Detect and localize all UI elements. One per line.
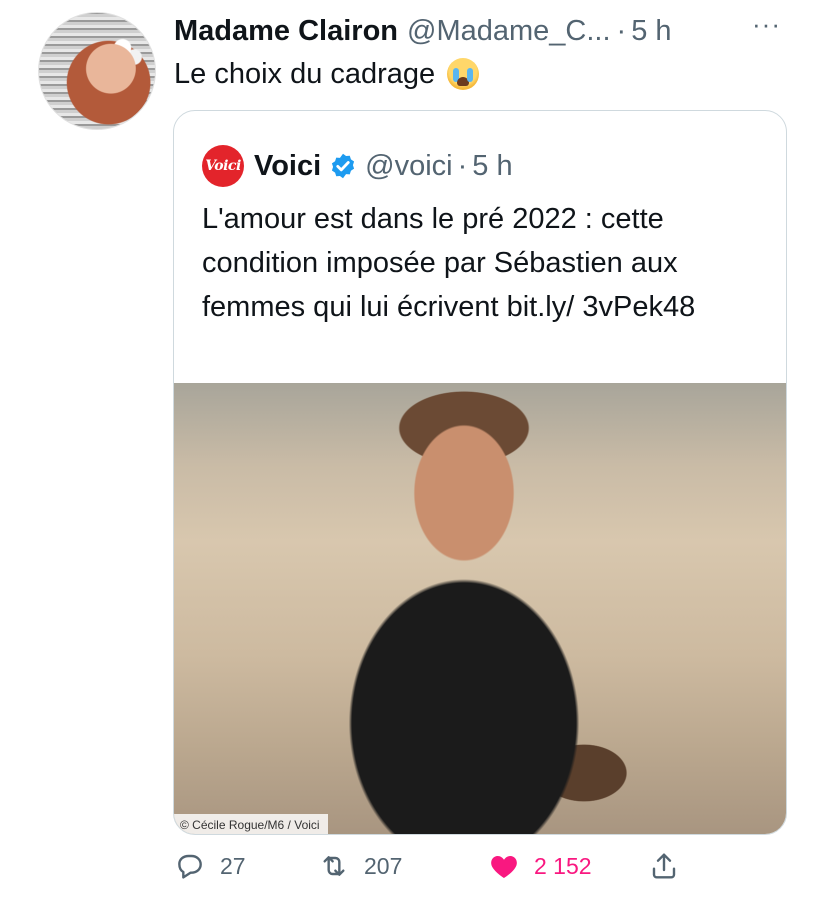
quoted-handle[interactable]: @voici [365, 149, 452, 183]
reply-icon [178, 854, 202, 879]
tweet-text: Le choix du cadrage [174, 56, 480, 92]
tweet-actions: 27 207 2 152 [174, 850, 694, 890]
tweet-text-content: Le choix du cadrage [174, 58, 436, 90]
heart-icon [491, 856, 517, 878]
voici-logo: Voici [202, 145, 244, 187]
more-options-icon[interactable]: ··· [752, 11, 781, 37]
retweet-icon [323, 856, 345, 876]
share-icon [652, 853, 676, 879]
retweet-button[interactable]: 207 [318, 850, 402, 882]
like-button[interactable]: 2 152 [488, 850, 592, 882]
retweet-count: 207 [364, 852, 403, 879]
separator-dot: · [616, 15, 627, 47]
share-button[interactable] [648, 850, 680, 882]
photo-credit: © Cécile Rogue/M6 / Voici [174, 814, 328, 834]
author-handle[interactable]: @Madame_C... [407, 14, 611, 48]
reply-button[interactable]: 27 [174, 850, 246, 882]
quoted-tweet-photo[interactable]: © Cécile Rogue/M6 / Voici [174, 383, 786, 834]
tweet-header: Madame Clairon @Madame_C... · 5 h [174, 14, 672, 48]
quoted-timestamp[interactable]: 5 h [472, 149, 512, 183]
author-display-name[interactable]: Madame Clairon [174, 14, 398, 48]
tweet: Madame Clairon @Madame_C... · 5 h ··· Le… [0, 0, 827, 912]
quoted-tweet-header: Voici Voici @voici · 5 h [202, 145, 513, 187]
tweet-timestamp[interactable]: 5 h [631, 14, 671, 48]
quoted-tweet-text: L'amour est dans le pré 2022 : cette con… [202, 203, 696, 323]
like-count: 2 152 [534, 852, 592, 879]
quoted-display-name[interactable]: Voici [254, 149, 321, 183]
quoted-separator-dot: · [457, 150, 468, 182]
author-avatar[interactable] [38, 12, 156, 130]
reply-count: 27 [220, 852, 246, 879]
quoted-tweet-card[interactable]: Voici Voici @voici · 5 h L'amour est dan… [173, 110, 787, 835]
loudly-crying-face-icon [447, 58, 480, 90]
verified-badge-icon [332, 153, 355, 179]
